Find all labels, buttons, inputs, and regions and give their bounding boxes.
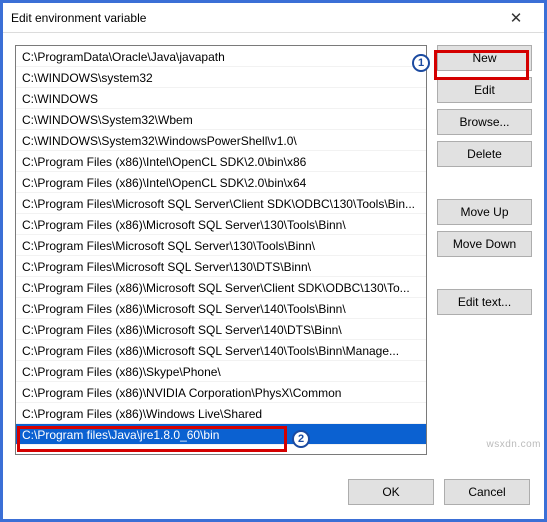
list-item[interactable]: C:\Program Files (x86)\Skype\Phone\ — [16, 361, 426, 382]
list-item[interactable]: C:\Program Files (x86)\Microsoft SQL Ser… — [16, 340, 426, 361]
delete-button[interactable]: Delete — [437, 141, 532, 167]
path-listbox[interactable]: C:\ProgramData\Oracle\Java\javapathC:\WI… — [15, 45, 427, 455]
list-item[interactable]: C:\Program Files (x86)\Microsoft SQL Ser… — [16, 214, 426, 235]
list-item[interactable]: C:\Program Files (x86)\Intel\OpenCL SDK\… — [16, 151, 426, 172]
list-item[interactable]: C:\WINDOWS\system32 — [16, 67, 426, 88]
edit-button[interactable]: Edit — [437, 77, 532, 103]
list-item[interactable]: C:\Program Files (x86)\Microsoft SQL Ser… — [16, 298, 426, 319]
move-up-button[interactable]: Move Up — [437, 199, 532, 225]
client-area: C:\ProgramData\Oracle\Java\javapathC:\WI… — [3, 33, 544, 469]
list-item[interactable]: C:\Program Files (x86)\NVIDIA Corporatio… — [16, 382, 426, 403]
titlebar: Edit environment variable ✕ — [3, 3, 544, 33]
edit-text-button[interactable]: Edit text... — [437, 289, 532, 315]
list-item[interactable]: C:\ProgramData\Oracle\Java\javapath — [16, 46, 426, 67]
new-button[interactable]: New — [437, 45, 532, 71]
list-item[interactable]: C:\Program Files (x86)\Windows Live\Shar… — [16, 403, 426, 424]
list-item[interactable]: C:\WINDOWS\System32\WindowsPowerShell\v1… — [16, 130, 426, 151]
window-title: Edit environment variable — [11, 11, 496, 25]
side-button-column: New Edit Browse... Delete Move Up Move D… — [437, 45, 532, 465]
browse-button[interactable]: Browse... — [437, 109, 532, 135]
list-item[interactable]: C:\Program Files (x86)\Intel\OpenCL SDK\… — [16, 172, 426, 193]
list-item[interactable]: C:\Program Files\Microsoft SQL Server\Cl… — [16, 193, 426, 214]
ok-button[interactable]: OK — [348, 479, 434, 505]
spacer — [437, 173, 532, 193]
move-down-button[interactable]: Move Down — [437, 231, 532, 257]
list-item[interactable]: C:\Program Files\Microsoft SQL Server\13… — [16, 235, 426, 256]
list-item[interactable]: C:\Program Files (x86)\Microsoft SQL Ser… — [16, 277, 426, 298]
list-item[interactable]: C:\Program files\Java\jre1.8.0_60\bin — [16, 424, 426, 445]
list-item[interactable]: C:\Program Files\Microsoft SQL Server\13… — [16, 256, 426, 277]
close-icon[interactable]: ✕ — [496, 9, 536, 27]
list-item[interactable]: C:\Program Files (x86)\Microsoft SQL Ser… — [16, 319, 426, 340]
bottom-bar: OK Cancel — [3, 469, 544, 519]
dialog-window: Edit environment variable ✕ C:\ProgramDa… — [0, 0, 547, 522]
cancel-button[interactable]: Cancel — [444, 479, 530, 505]
list-item[interactable]: C:\WINDOWS\System32\Wbem — [16, 109, 426, 130]
list-item[interactable]: C:\WINDOWS — [16, 88, 426, 109]
spacer — [437, 263, 532, 283]
